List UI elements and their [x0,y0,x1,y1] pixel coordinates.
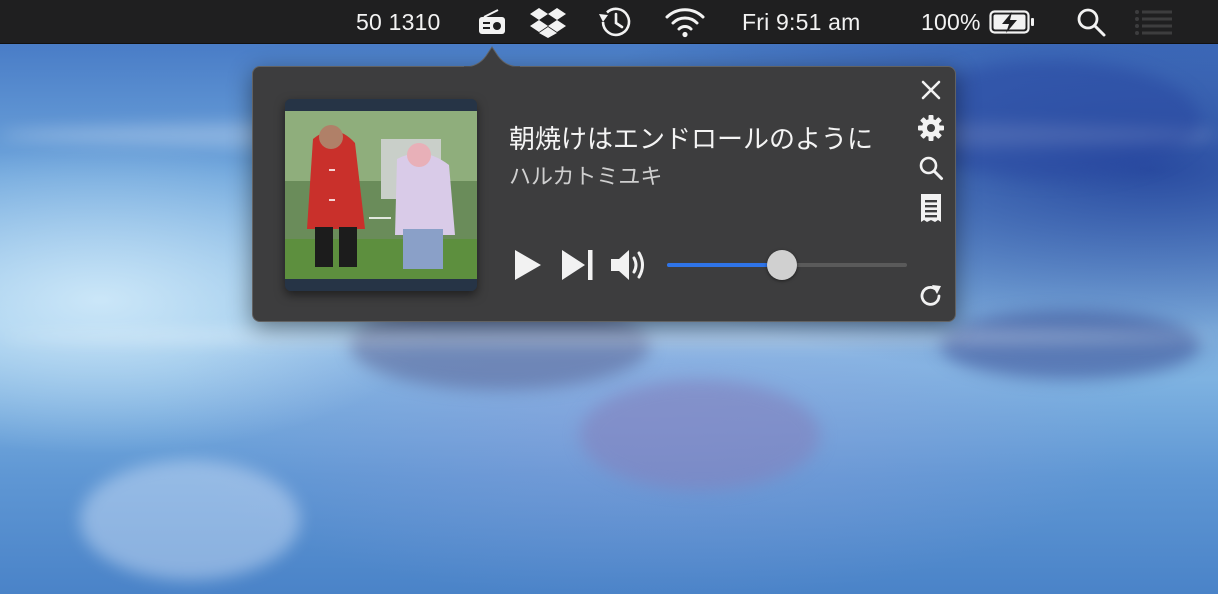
volume-icon [608,246,650,289]
menubar-counter[interactable]: 50 1310 [356,0,441,44]
next-track-button[interactable] [557,247,599,287]
menu-bar: 50 1310 Fri 9:51 am 100% [0,0,1218,44]
track-artist: ハルカトミユキ [509,164,663,189]
dropbox-icon[interactable] [529,0,567,44]
now-playing-popover: 朝焼けはエンドロールのように ハルカトミユキ [252,66,956,322]
wifi-icon[interactable] [664,0,706,44]
menubar-counter-text: 50 1310 [356,8,441,35]
search-icon [918,155,944,186]
play-icon [510,247,544,288]
battery-percent-text: 100% [921,8,981,35]
notification-center-icon[interactable] [1134,0,1174,44]
lyrics-button[interactable] [916,193,946,228]
popover-arrow [464,46,520,68]
battery-status[interactable]: 100% [921,0,1035,44]
search-button[interactable] [916,155,946,185]
volume-slider-fill [667,263,783,267]
radio-icon[interactable] [477,0,507,44]
close-button[interactable] [916,77,946,107]
next-track-icon [559,248,597,287]
battery-charging-icon [989,9,1035,35]
volume-button[interactable] [607,245,651,289]
time-machine-icon[interactable] [596,0,634,44]
gear-icon [917,114,945,147]
track-title: 朝焼けはエンドロールのように [509,124,874,154]
menubar-clock[interactable]: Fri 9:51 am [742,0,861,44]
volume-slider[interactable] [667,250,907,280]
lyrics-icon [919,193,943,228]
spotlight-icon[interactable] [1075,0,1107,44]
play-button[interactable] [507,247,547,287]
refresh-button[interactable] [916,283,946,313]
menubar-clock-text: Fri 9:51 am [742,8,861,35]
close-icon [920,79,942,106]
settings-button[interactable] [916,114,946,147]
album-artwork [285,99,477,291]
refresh-icon [918,283,944,314]
volume-slider-thumb[interactable] [767,250,798,280]
